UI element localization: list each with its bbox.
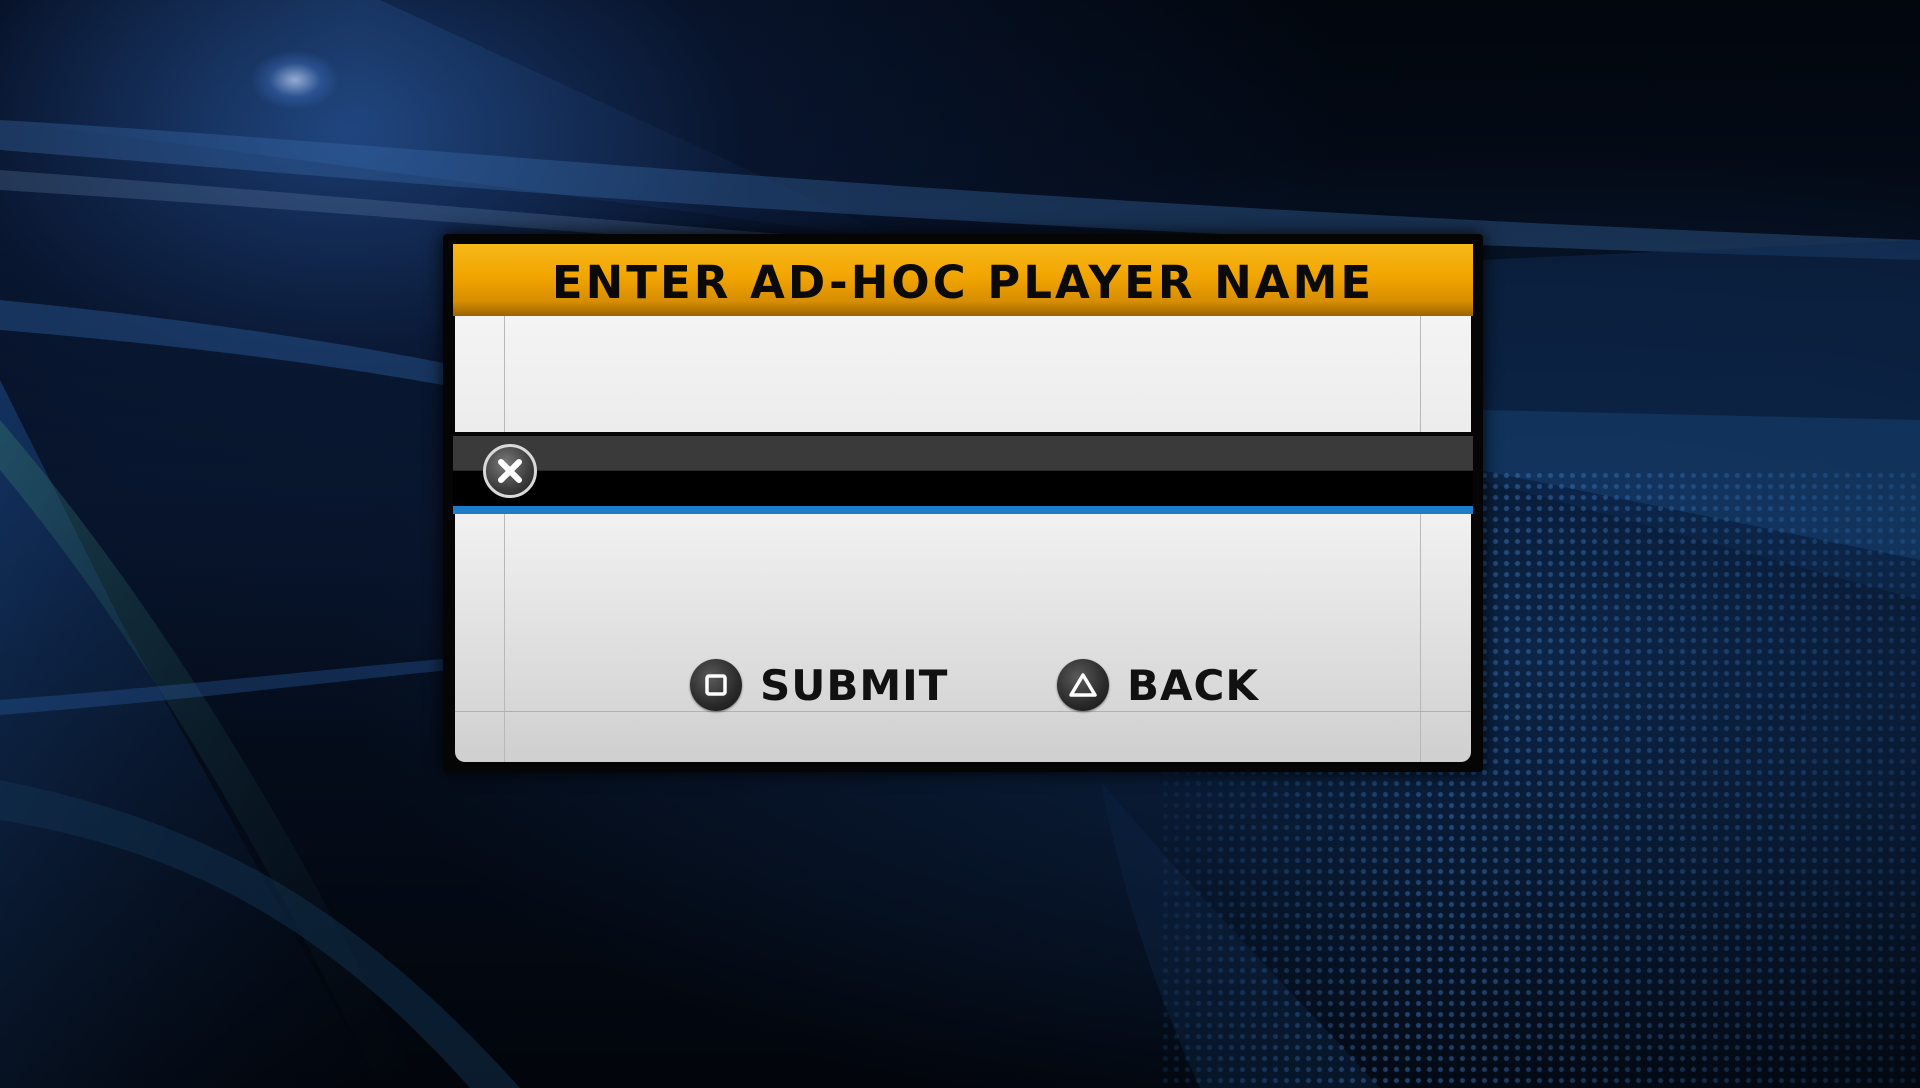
clear-input-button[interactable] [483, 444, 537, 498]
player-name-dialog: ENTER AD-HOC PLAYER NAME SUBMIT BACK [443, 234, 1483, 772]
square-button-icon [690, 659, 742, 711]
panel-divider-bottom [455, 711, 1471, 712]
back-button[interactable]: BACK [1057, 658, 1259, 712]
submit-label: SUBMIT [760, 660, 949, 710]
dialog-top-panel [455, 316, 1471, 432]
panel-divider-right [1420, 514, 1421, 762]
cross-icon [498, 459, 522, 483]
panel-divider-left [504, 316, 505, 432]
game-screen: ENTER AD-HOC PLAYER NAME SUBMIT BACK [0, 0, 1920, 1088]
player-name-input[interactable] [453, 436, 1473, 514]
triangle-button-icon [1057, 659, 1109, 711]
dialog-title: ENTER AD-HOC PLAYER NAME [551, 255, 1375, 309]
panel-divider-right [1420, 316, 1421, 432]
lens-flare [250, 50, 340, 110]
panel-divider-left [504, 514, 505, 762]
back-label: BACK [1127, 660, 1259, 710]
submit-button[interactable]: SUBMIT [690, 658, 948, 712]
dialog-title-bar: ENTER AD-HOC PLAYER NAME [453, 244, 1473, 316]
dialog-bottom-panel: SUBMIT BACK [455, 514, 1471, 762]
